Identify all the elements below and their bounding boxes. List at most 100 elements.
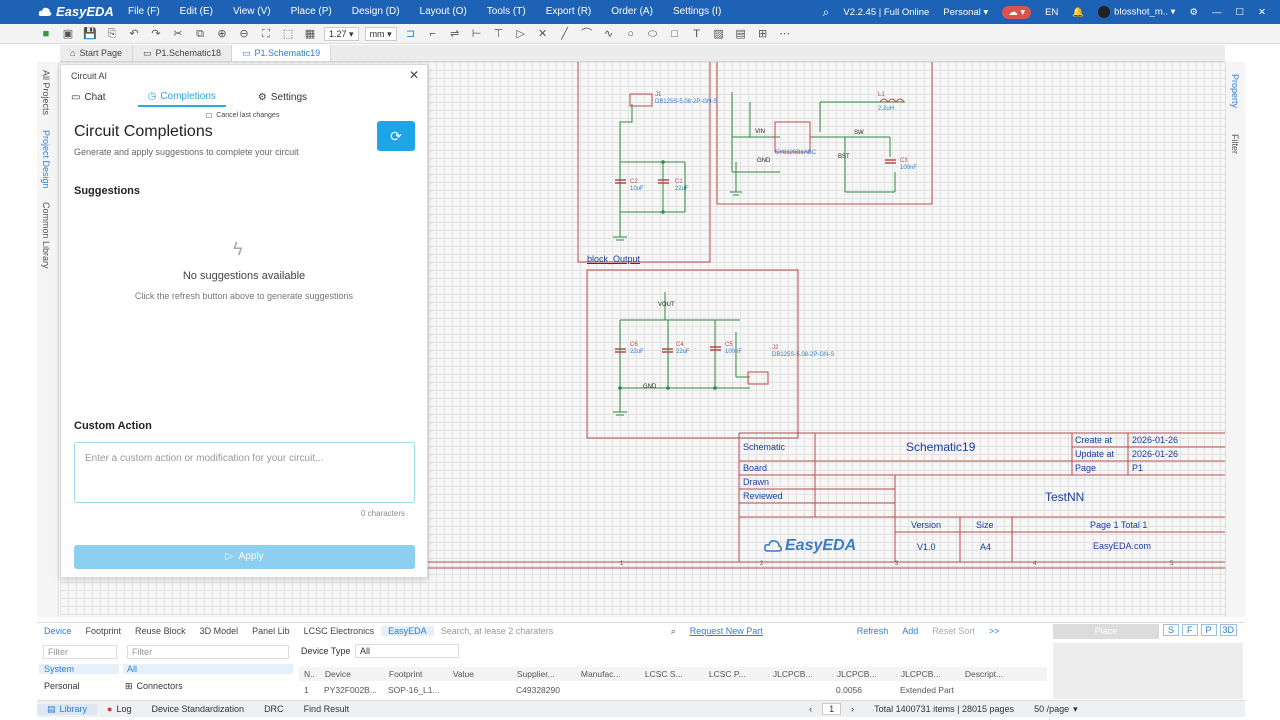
zoom-area-icon[interactable]: ⬚ (280, 27, 296, 41)
search-icon[interactable]: ⌕ (823, 5, 830, 20)
align-icon[interactable]: ⊞ (755, 27, 771, 41)
custom-action-input[interactable]: Enter a custom action or modification fo… (74, 442, 415, 503)
tab-settings[interactable]: ⚙ Settings (248, 87, 317, 107)
rail-project-design[interactable]: Project Design (41, 130, 51, 189)
status-log[interactable]: ● Log (97, 704, 141, 714)
arc-icon[interactable]: ⌒ (579, 27, 595, 41)
ellipse-icon[interactable]: ⬭ (645, 27, 661, 41)
cut-icon[interactable]: ✂ (170, 27, 186, 41)
col-lcsc-p[interactable]: LCSC P... (704, 667, 768, 681)
library-search-input[interactable]: Search, at lease 2 charaters (434, 626, 664, 636)
col-jlcpcb-3[interactable]: JLCPCB... (896, 667, 960, 681)
cloud-sync-icon[interactable]: ☁ ▾ (1002, 5, 1032, 19)
category-filter-input[interactable]: Filter (127, 645, 289, 659)
tab-device[interactable]: Device (37, 626, 79, 636)
add-button[interactable]: Add (895, 626, 925, 636)
library-system[interactable]: System (39, 664, 119, 674)
footprint-toggle[interactable]: F (1182, 624, 1198, 636)
menu-design[interactable]: Design (D) (352, 6, 400, 17)
bezier-icon[interactable]: ∿ (601, 27, 617, 41)
table-icon[interactable]: ▤ (733, 27, 749, 41)
pinout-toggle[interactable]: P (1200, 624, 1217, 636)
zoom-select[interactable]: 1.27 ▾ (324, 26, 359, 41)
col-device[interactable]: Device (320, 667, 384, 681)
library-personal[interactable]: Personal (44, 681, 80, 691)
more-button[interactable]: >> (982, 626, 1007, 636)
unit-select[interactable]: mm ▾ (364, 26, 397, 41)
col-lcsc-s[interactable]: LCSC S... (640, 667, 704, 681)
zoom-out-icon[interactable]: ⊖ (236, 27, 252, 41)
fit-icon[interactable]: ⛶ (258, 27, 274, 41)
tab-lcsc[interactable]: LCSC Electronics (297, 626, 382, 636)
search-icon[interactable]: ⌕ (664, 626, 683, 637)
refresh-button[interactable]: Refresh (850, 626, 896, 636)
apply-button[interactable]: ▷ Apply (74, 545, 415, 569)
tab-completions[interactable]: ◷ Completions (137, 87, 226, 107)
category-connectors[interactable]: ⊞ Connectors (125, 681, 183, 692)
menu-layout[interactable]: Layout (O) (420, 6, 467, 17)
refresh-button[interactable]: ⟳ (377, 121, 415, 151)
language-label[interactable]: EN (1045, 7, 1058, 18)
col-jlcpcb-2[interactable]: JLCPCB... (832, 667, 896, 681)
user-menu[interactable]: blosshot_m.. ▾ (1098, 6, 1175, 18)
menu-file[interactable]: File (F) (128, 6, 160, 17)
tab-schematic19[interactable]: ▭ P1.Schematic19 (232, 45, 332, 61)
noconnect-icon[interactable]: ✕ (535, 27, 551, 41)
rail-property[interactable]: Property (1230, 74, 1240, 108)
rail-common-library[interactable]: Common Library (41, 202, 51, 269)
bell-icon[interactable]: 🔔 (1072, 7, 1084, 18)
tab-schematic18[interactable]: ▭ P1.Schematic18 (133, 45, 233, 61)
new-icon[interactable]: ■ (38, 27, 54, 41)
open-icon[interactable]: ▣ (60, 27, 76, 41)
tab-easyeda[interactable]: EasyEDA (381, 626, 434, 636)
line-icon[interactable]: ╱ (557, 27, 573, 41)
close-icon[interactable]: ✕ (409, 68, 419, 82)
place-button[interactable]: Place (1053, 624, 1159, 639)
undo-icon[interactable]: ↶ (126, 27, 142, 41)
save-icon[interactable]: 💾 (82, 27, 98, 41)
col-footprint[interactable]: Footprint (384, 667, 448, 681)
tab-3d-model[interactable]: 3D Model (193, 626, 246, 636)
rectangle-icon[interactable]: □ (667, 27, 683, 41)
menu-view[interactable]: View (V) (233, 6, 271, 17)
rail-all-projects[interactable]: All Projects (41, 70, 51, 115)
reset-sort-button[interactable]: Reset Sort (925, 626, 982, 636)
wire-icon[interactable]: ⌐ (425, 27, 441, 41)
per-page-select[interactable]: 50 /page ▾ (1024, 704, 1088, 715)
col-supplier[interactable]: Supplier... (512, 667, 576, 681)
rail-filter[interactable]: Filter (1230, 134, 1240, 154)
symbol-toggle[interactable]: S (1163, 624, 1180, 636)
redo-icon[interactable]: ↷ (148, 27, 164, 41)
netflag-icon[interactable]: ⊤ (491, 27, 507, 41)
menu-export[interactable]: Export (R) (546, 6, 592, 17)
copy-icon[interactable]: ⧉ (192, 27, 208, 41)
circle-icon[interactable]: ○ (623, 27, 639, 41)
save-all-icon[interactable]: ⎘ (104, 27, 120, 41)
text-icon[interactable]: T (689, 27, 705, 41)
request-new-part-link[interactable]: Request New Part (683, 626, 770, 636)
page-number[interactable]: 1 (822, 703, 842, 715)
tab-reuse-block[interactable]: Reuse Block (128, 626, 193, 636)
zoom-in-icon[interactable]: ⊕ (214, 27, 230, 41)
netlabel-icon[interactable]: ⊢ (469, 27, 485, 41)
image-icon[interactable]: ▨ (711, 27, 727, 41)
snap-icon[interactable]: ⊐ (403, 27, 419, 41)
menu-order[interactable]: Order (A) (611, 6, 653, 17)
col-value[interactable]: Value (448, 667, 512, 681)
minimize-icon[interactable]: — (1212, 7, 1222, 18)
status-drc[interactable]: DRC (254, 704, 294, 714)
status-device-standardization[interactable]: Device Standardization (142, 704, 255, 714)
menu-edit[interactable]: Edit (E) (180, 6, 213, 17)
gear-icon[interactable]: ⚙ (1189, 7, 1198, 18)
workspace-select[interactable]: Personal ▾ (943, 7, 988, 18)
tab-start-page[interactable]: ⌂ Start Page (60, 45, 133, 61)
netport-icon[interactable]: ▷ (513, 27, 529, 41)
tab-panel-lib[interactable]: Panel Lib (245, 626, 297, 636)
device-type-select[interactable]: All (355, 644, 459, 658)
table-row[interactable]: 1 PY32F002B... SOP-16_L1... C49328290 0.… (299, 684, 1047, 697)
prev-page-icon[interactable]: ‹ (799, 704, 822, 714)
close-icon[interactable]: ✕ (1258, 7, 1266, 18)
col-manufacturer[interactable]: Manufac... (576, 667, 640, 681)
col-jlcpcb-1[interactable]: JLCPCB... (768, 667, 832, 681)
tab-footprint[interactable]: Footprint (79, 626, 129, 636)
